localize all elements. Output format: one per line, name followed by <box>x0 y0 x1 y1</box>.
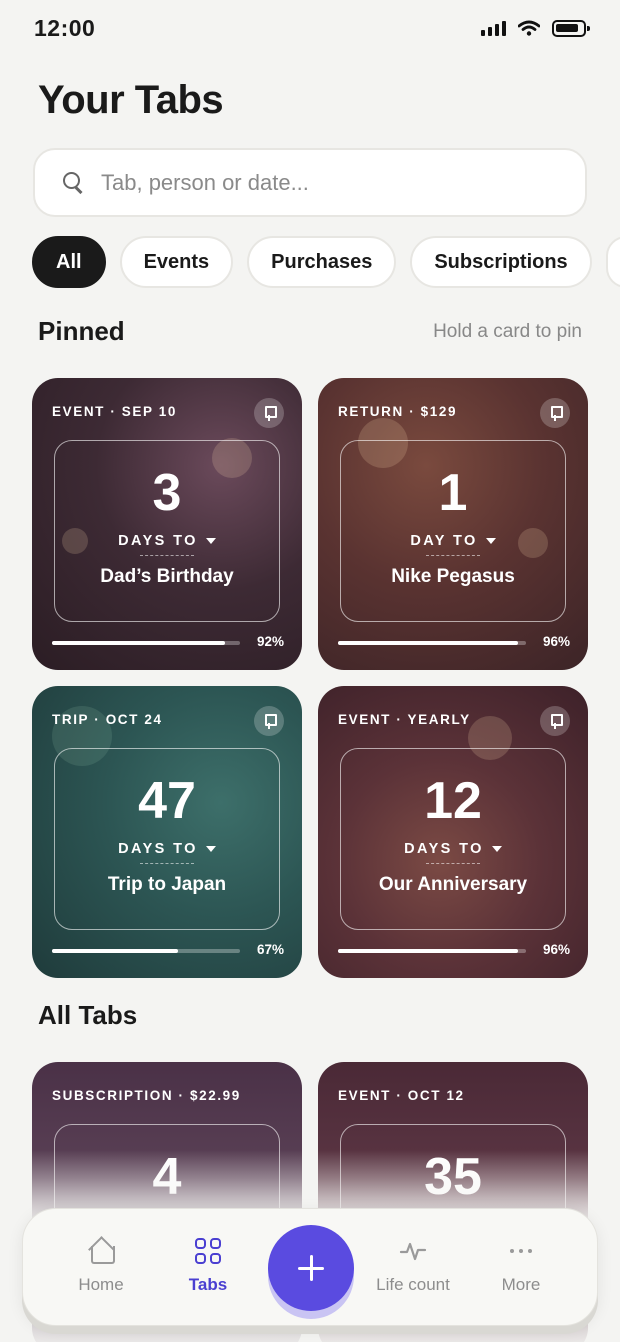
pin-button[interactable] <box>540 398 570 428</box>
tab-card-trip-to-japan[interactable]: TRIP · OCT 24 47 DAYS TO Trip to Japan 6… <box>32 686 302 978</box>
wifi-icon <box>518 20 540 36</box>
tab-more[interactable]: More <box>471 1237 571 1295</box>
caret-down-icon <box>485 538 496 544</box>
status-bar: 12:00 <box>0 0 620 56</box>
pin-button[interactable] <box>254 706 284 736</box>
tab-home-label: Home <box>78 1275 124 1294</box>
card-meta: RETURN · $129 <box>338 404 458 419</box>
progress-percent: 92% <box>256 634 284 649</box>
cellular-signal-icon <box>481 20 506 36</box>
filter-chip-all[interactable]: All <box>32 236 106 288</box>
tab-card-our-anniversary[interactable]: EVENT · YEARLY 12 DAYS TO Our Anniversar… <box>318 686 588 978</box>
card-meta: EVENT · YEARLY <box>338 712 471 727</box>
pinned-section-title: Pinned <box>38 316 125 346</box>
progress-percent: 67% <box>256 942 284 957</box>
card-meta: EVENT · OCT 12 <box>338 1088 465 1103</box>
pin-icon <box>549 714 563 729</box>
unit-dropdown[interactable]: DAYS TO <box>404 841 502 857</box>
caret-down-icon <box>491 846 502 852</box>
tab-life-count-label: Life count <box>376 1275 450 1294</box>
card-unit-label: DAYS TO <box>404 841 484 857</box>
card-unit-label: DAYS TO <box>118 533 198 549</box>
progress-fill <box>338 641 519 645</box>
card-unit-label: DAY TO <box>410 533 478 549</box>
card-countdown: 47 DAYS TO Trip to Japan <box>54 748 280 930</box>
progress-bar <box>52 641 240 645</box>
filter-chips: All Events Purchases Subscriptions <box>32 236 620 288</box>
progress-fill <box>338 949 519 953</box>
tab-tabs-label: Tabs <box>188 1275 228 1294</box>
divider <box>426 555 480 556</box>
tab-life-count[interactable]: Life count <box>363 1237 463 1295</box>
card-name: Trip to Japan <box>107 874 227 895</box>
progress-percent: 96% <box>542 942 570 957</box>
unit-dropdown[interactable]: DAYS TO <box>118 841 216 857</box>
card-count: 12 <box>424 772 482 830</box>
divider <box>426 863 480 864</box>
tab-card-dads-birthday[interactable]: EVENT · SEP 10 3 DAYS TO Dad’s Birthday … <box>32 378 302 670</box>
caret-down-icon <box>205 846 216 852</box>
status-icons <box>481 19 590 37</box>
tab-more-label: More <box>501 1275 541 1294</box>
card-count: 1 <box>438 464 468 522</box>
card-count: 47 <box>138 772 196 830</box>
pin-icon <box>549 406 563 421</box>
unit-dropdown[interactable]: DAY TO <box>410 533 496 549</box>
caret-down-icon <box>205 538 216 544</box>
pin-button[interactable] <box>254 398 284 428</box>
card-meta: SUBSCRIPTION · $22.99 <box>52 1088 241 1103</box>
card-unit-label: DAYS TO <box>118 841 198 857</box>
divider <box>140 555 194 556</box>
filter-chip-purchases[interactable]: Purchases <box>247 236 397 288</box>
progress-bar <box>52 949 240 953</box>
card-count: 3 <box>152 464 182 522</box>
progress-fill <box>52 949 178 953</box>
search-input[interactable] <box>101 169 541 196</box>
status-time: 12:00 <box>34 14 96 41</box>
unit-dropdown[interactable]: DAYS TO <box>118 533 216 549</box>
tab-tabs[interactable]: Tabs <box>158 1237 258 1295</box>
card-countdown: 1 DAY TO Nike Pegasus <box>340 440 566 622</box>
card-name: Dad’s Birthday <box>100 566 234 587</box>
card-meta: TRIP · OCT 24 <box>52 712 163 727</box>
home-icon <box>87 1237 115 1265</box>
progress-bar <box>338 641 526 645</box>
divider <box>140 863 194 864</box>
progress-fill <box>52 641 225 645</box>
pin-hint: Hold a card to pin <box>433 321 582 342</box>
card-meta: EVENT · SEP 10 <box>52 404 177 419</box>
pulse-icon <box>399 1242 427 1261</box>
bottom-tab-bar: Home Tabs Life count More <box>22 1208 598 1326</box>
filter-chip-subscriptions[interactable]: Subscriptions <box>410 236 592 288</box>
search-bar[interactable] <box>33 148 587 217</box>
add-tab-button[interactable] <box>268 1225 354 1311</box>
filter-chip-events[interactable]: Events <box>119 236 234 288</box>
progress-percent: 96% <box>542 634 570 649</box>
pin-icon <box>263 714 277 729</box>
tab-home[interactable]: Home <box>51 1237 151 1295</box>
grid-icon <box>194 1237 222 1265</box>
filter-chip-overflow[interactable] <box>605 236 620 288</box>
card-countdown: 3 DAYS TO Dad’s Birthday <box>54 440 280 622</box>
all-tabs-section-title: All Tabs <box>38 1000 138 1030</box>
pin-icon <box>263 406 277 421</box>
pin-button[interactable] <box>540 706 570 736</box>
progress-bar <box>338 949 526 953</box>
more-dots-icon <box>507 1237 535 1265</box>
search-icon <box>61 170 87 196</box>
card-name: Our Anniversary <box>378 874 528 895</box>
page-title: Your Tabs <box>38 78 224 122</box>
plus-icon <box>298 1255 324 1281</box>
card-name: Nike Pegasus <box>391 566 515 587</box>
battery-icon <box>552 19 590 37</box>
tab-card-nike-pegasus[interactable]: RETURN · $129 1 DAY TO Nike Pegasus 96% <box>318 378 588 670</box>
card-countdown: 12 DAYS TO Our Anniversary <box>340 748 566 930</box>
